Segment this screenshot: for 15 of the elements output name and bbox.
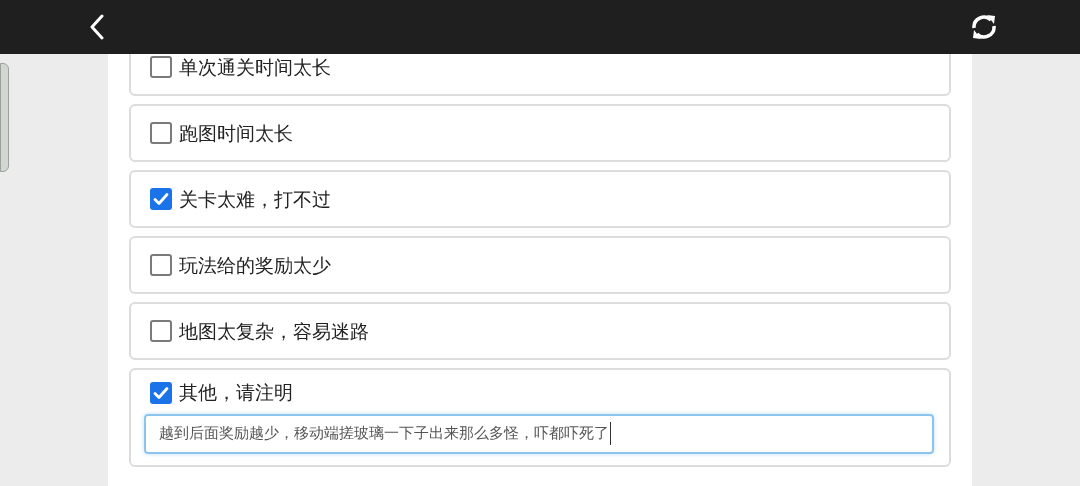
option-label[interactable]: 跑图时间太长 bbox=[179, 123, 293, 143]
checkbox[interactable] bbox=[150, 320, 172, 342]
option-label[interactable]: 其他，请注明 bbox=[179, 383, 293, 402]
checkbox[interactable] bbox=[150, 254, 172, 276]
checkbox[interactable] bbox=[150, 56, 172, 78]
option-label[interactable]: 单次通关时间太长 bbox=[179, 57, 331, 77]
option-label[interactable]: 地图太复杂，容易迷路 bbox=[179, 321, 369, 341]
back-icon bbox=[90, 14, 104, 40]
checkbox[interactable] bbox=[150, 188, 172, 210]
input-field[interactable]: 越到后面奖励越少，移动端搓玻璃一下子出来那么多怪，吓都吓死了 bbox=[144, 413, 934, 454]
checkbox[interactable] bbox=[150, 381, 172, 404]
option-label[interactable]: 关卡太难，打不过 bbox=[179, 189, 331, 209]
refresh-icon bbox=[970, 13, 998, 41]
option-label[interactable]: 玩法给的奖励太少 bbox=[179, 255, 331, 275]
checkbox[interactable] bbox=[150, 122, 172, 144]
